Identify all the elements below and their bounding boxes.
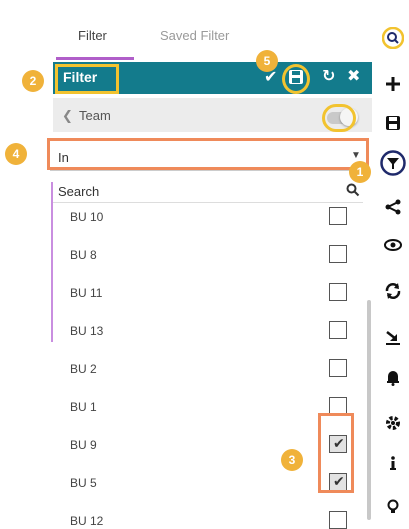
tab-saved-filter[interactable]: Saved Filter [160,28,229,43]
highlight-save-filter [282,64,310,94]
list-accent-bar [51,182,53,342]
filter-icon[interactable] [380,150,406,176]
highlight-toggle [322,104,356,132]
list-item-label: BU 2 [70,362,97,376]
plus-icon[interactable] [382,73,404,95]
highlight-checked-items [318,413,354,493]
list-item-label: BU 5 [70,476,97,490]
tab-filter[interactable]: Filter [78,28,107,43]
highlight-panel-title [55,64,119,94]
refresh-icon[interactable] [382,280,404,302]
search-icon[interactable] [346,183,360,202]
list-item-label: BU 13 [70,324,104,338]
save-icon[interactable] [382,112,404,134]
team-label: Team [79,108,111,123]
list-item-checkbox[interactable] [329,359,347,377]
list-item-checkbox[interactable] [329,283,347,301]
callout-4: 4 [5,143,27,165]
callout-5: 5 [256,50,278,72]
search-input[interactable]: Search [58,184,99,199]
gear-icon[interactable] [382,412,404,434]
refresh-icon[interactable]: ↻ [322,69,335,85]
list-item-checkbox[interactable] [329,245,347,263]
active-tab-indicator [56,57,134,60]
chevron-left-icon[interactable]: ❮ [62,108,73,124]
list-item-label: BU 9 [70,438,97,452]
bulb-icon[interactable] [382,496,404,518]
list-scrollbar[interactable] [367,300,371,520]
list-item-checkbox[interactable] [329,321,347,339]
close-icon[interactable]: ✖ [347,69,360,85]
highlight-operator-select [47,138,369,170]
callout-2: 2 [22,70,44,92]
search-icon[interactable] [382,27,404,49]
list-item-label: BU 8 [70,248,97,262]
eye-icon[interactable] [382,234,404,256]
info-icon[interactable] [382,452,404,474]
apply-check-icon[interactable]: ✔ [264,70,277,86]
callout-3: 3 [281,449,303,471]
list-item-label: BU 10 [70,210,104,224]
share-icon[interactable] [382,196,404,218]
list-item-checkbox[interactable] [329,511,347,529]
bell-icon[interactable] [382,366,404,388]
callout-1: 1 [349,161,371,183]
list-item-label: BU 1 [70,400,97,414]
list-item-checkbox[interactable] [329,207,347,225]
search-underline [53,202,363,203]
list-item-label: BU 11 [70,286,103,300]
export-icon[interactable] [382,326,404,348]
list-item-label: BU 12 [70,514,104,528]
